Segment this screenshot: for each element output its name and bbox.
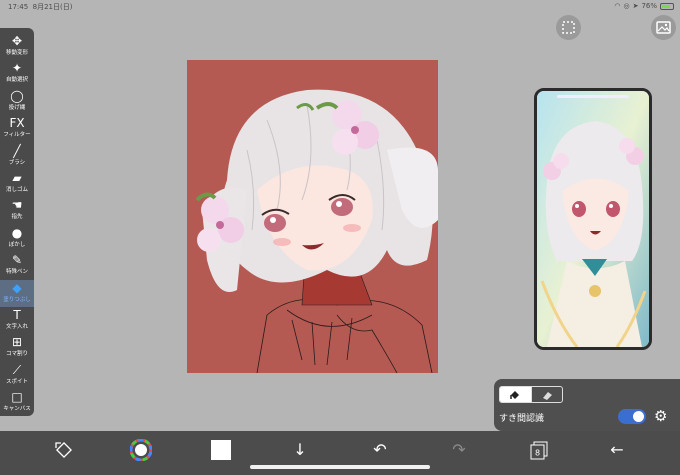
gap-detection-toggle[interactable] (618, 409, 646, 424)
reference-image (537, 91, 649, 347)
magic-wand-icon: ✦ (11, 61, 23, 76)
wifi-icon: ◠ (614, 2, 621, 10)
artwork-illustration (195, 89, 438, 373)
tool-text[interactable]: T 文字入れ (0, 307, 34, 334)
color-wheel-button[interactable] (129, 438, 153, 462)
transform-rotate-icon (55, 442, 72, 458)
fill-settings-panel: すき間認識 ⚙ (494, 379, 680, 431)
fill-mode-segment (499, 386, 563, 403)
undo-icon: ↶ (373, 440, 387, 459)
tool-eraser[interactable]: ▰ 消しゴム (0, 170, 34, 197)
tool-label: 塗りつぶし (3, 296, 31, 303)
lasso-icon: ◯ (10, 88, 24, 103)
tool-label: ぼかし (8, 241, 26, 248)
layer-count: 8 (535, 449, 540, 458)
tool-fx[interactable]: FX フィルター (0, 115, 34, 142)
tool-label: 消しゴム (5, 187, 28, 193)
canvas-icon: □ (11, 390, 23, 405)
erase-mode-button[interactable] (530, 387, 563, 402)
undo-button[interactable]: ↶ (368, 439, 392, 461)
fill-bucket-icon (510, 390, 520, 399)
tool-label: 文字入れ (5, 324, 28, 330)
down-arrow-icon: ↓ (293, 440, 307, 459)
back-button[interactable]: ← (605, 439, 629, 461)
tool-label: 指先 (11, 214, 23, 221)
color-swatch-square (211, 440, 231, 460)
tool-special-pen[interactable]: ✎ 特殊ペン (0, 252, 34, 279)
tool-lasso[interactable]: ◯ 投げ縄 (0, 88, 34, 115)
import-button[interactable]: ↓ (288, 439, 312, 461)
finger-icon: ☚ (11, 198, 23, 213)
tool-magic-wand[interactable]: ✦ 自動選択 (0, 60, 34, 87)
tool-label: 自動選択 (5, 77, 28, 84)
tool-fill-bucket[interactable]: ◆ 塗りつぶし (0, 279, 34, 307)
color-wheel-icon (129, 438, 153, 462)
redo-button[interactable]: ↷ (447, 439, 471, 461)
special-pen-icon: ✎ (11, 253, 23, 268)
tool-canvas[interactable]: □ キャンバス (0, 389, 34, 416)
redo-icon: ↷ (452, 440, 466, 459)
current-color-swatch[interactable] (209, 439, 233, 461)
battery-percent: 76% (641, 2, 657, 10)
eyedropper-icon: ⟋ (12, 362, 22, 377)
gear-icon[interactable]: ⚙ (654, 407, 667, 425)
status-bar: 17:45 8月21日(日) ◠ ◎ ➤ 76% (0, 0, 680, 14)
layers-icon: 8 (530, 441, 548, 460)
tool-blur-drop[interactable]: ● ぼかし (0, 225, 34, 252)
tool-palette: ✥ 移動変形 ✦ 自動選択 ◯ 投げ縄 FX フィルター ╱ ブラシ ▰ 消しゴム ☚ 指先 ● ぼかし ✎ 特殊… (0, 28, 34, 416)
back-arrow-icon: ← (610, 440, 624, 459)
fx-icon: FX (9, 116, 25, 131)
lock-rotation-icon: ◎ (623, 2, 630, 10)
fill-mode-button[interactable] (500, 387, 531, 402)
eraser-icon (542, 391, 552, 400)
tool-move-arrows[interactable]: ✥ 移動変形 (0, 33, 34, 60)
tool-frame-divide[interactable]: ⊞ コマ割り (0, 334, 34, 361)
tool-label: キャンバス (3, 406, 31, 413)
tool-label: スポイト (5, 378, 28, 385)
reference-toggle-button[interactable] (651, 15, 676, 40)
tool-label: 特殊ペン (5, 269, 28, 276)
brush-icon: ╱ (13, 143, 21, 158)
gap-detection-label: すき間認識 (499, 414, 545, 424)
layers-button[interactable]: 8 (527, 439, 551, 461)
transform-button[interactable] (52, 439, 76, 461)
frame-divide-icon: ⊞ (11, 335, 23, 350)
text-icon: T (13, 308, 21, 322)
tool-label: ブラシ (8, 159, 26, 166)
tool-label: 移動変形 (5, 50, 28, 56)
battery-icon (660, 2, 674, 10)
selection-icon (562, 21, 575, 34)
fill-bucket-icon: ◆ (12, 280, 22, 295)
tool-finger[interactable]: ☚ 指先 (0, 197, 34, 224)
tool-label: フィルター (3, 132, 31, 139)
tool-label: コマ割り (5, 351, 28, 358)
status-date: 8月21日(日) (32, 3, 73, 11)
tool-eyedropper[interactable]: ⟋ スポイト (0, 362, 34, 389)
tool-brush[interactable]: ╱ ブラシ (0, 143, 34, 170)
tool-label: 投げ縄 (8, 104, 26, 111)
status-time-date: 17:45 8月21日(日) (8, 2, 72, 12)
blur-drop-icon: ● (11, 225, 23, 240)
move-arrows-icon: ✥ (11, 34, 23, 48)
reference-window[interactable] (534, 88, 652, 350)
selection-toggle-button[interactable] (556, 15, 581, 40)
image-icon (656, 21, 671, 34)
drawing-canvas[interactable] (187, 60, 438, 373)
eraser-icon: ▰ (12, 171, 22, 185)
home-indicator[interactable] (250, 465, 430, 469)
status-right: ◠ ◎ ➤ 76% (614, 2, 674, 10)
location-icon: ➤ (632, 2, 639, 10)
status-time: 17:45 (8, 3, 29, 11)
